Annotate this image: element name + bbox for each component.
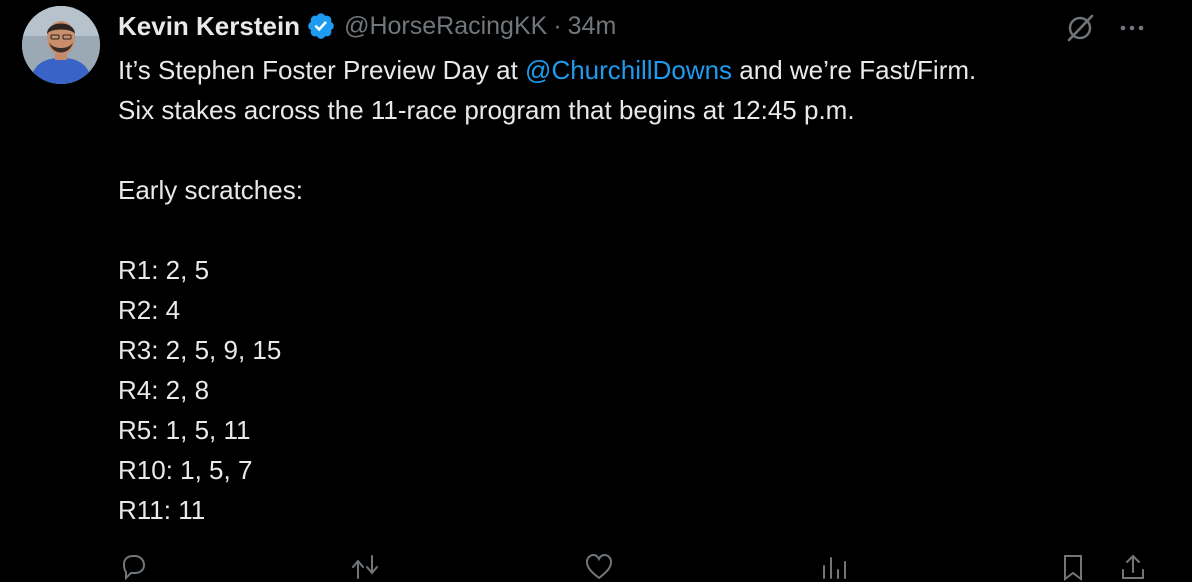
scratch-line: R4: 2, 8 (118, 375, 210, 405)
tweet-header: Kevin Kerstein @HorseRacingKK · 34m (118, 4, 616, 48)
scratch-line: R10: 1, 5, 7 (118, 455, 253, 485)
avatar[interactable] (22, 6, 100, 84)
grok-icon[interactable] (1062, 10, 1098, 46)
like-icon[interactable] (584, 552, 614, 582)
views-icon[interactable] (818, 552, 848, 582)
tweet-line-scratches-heading: Early scratches: (118, 175, 303, 205)
tweet-line-intro: It’s Stephen Foster Preview Day at @Chur… (118, 50, 1178, 90)
scratch-line: R2: 4 (118, 295, 181, 325)
scratch-line: R5: 1, 5, 11 (118, 415, 251, 445)
tweet-text-segment: and we’re Fast/Firm. (732, 55, 977, 85)
tweet-line-program: Six stakes across the 11-race program th… (118, 95, 855, 125)
reply-icon[interactable] (118, 552, 148, 582)
author-handle[interactable]: @HorseRacingKK (344, 12, 547, 41)
tweet-text-segment: It’s Stephen Foster Preview Day at (118, 55, 526, 85)
scratch-line: R1: 2, 5 (118, 255, 210, 285)
bookmark-icon[interactable] (1058, 552, 1088, 582)
tweet-text: It’s Stephen Foster Preview Day at @Chur… (118, 50, 1178, 530)
tweet-actions (118, 552, 1178, 582)
mention-link[interactable]: @ChurchillDowns (525, 55, 732, 85)
more-icon[interactable] (1114, 10, 1150, 46)
share-icon[interactable] (1118, 552, 1148, 582)
scratch-line: R11: 11 (118, 495, 206, 525)
author-name[interactable]: Kevin Kerstein (118, 11, 300, 42)
scratch-line: R3: 2, 5, 9, 15 (118, 335, 282, 365)
retweet-icon[interactable] (350, 552, 380, 582)
timestamp[interactable]: 34m (568, 12, 617, 41)
verified-badge-icon[interactable] (306, 11, 336, 41)
separator-dot: · (553, 11, 562, 40)
